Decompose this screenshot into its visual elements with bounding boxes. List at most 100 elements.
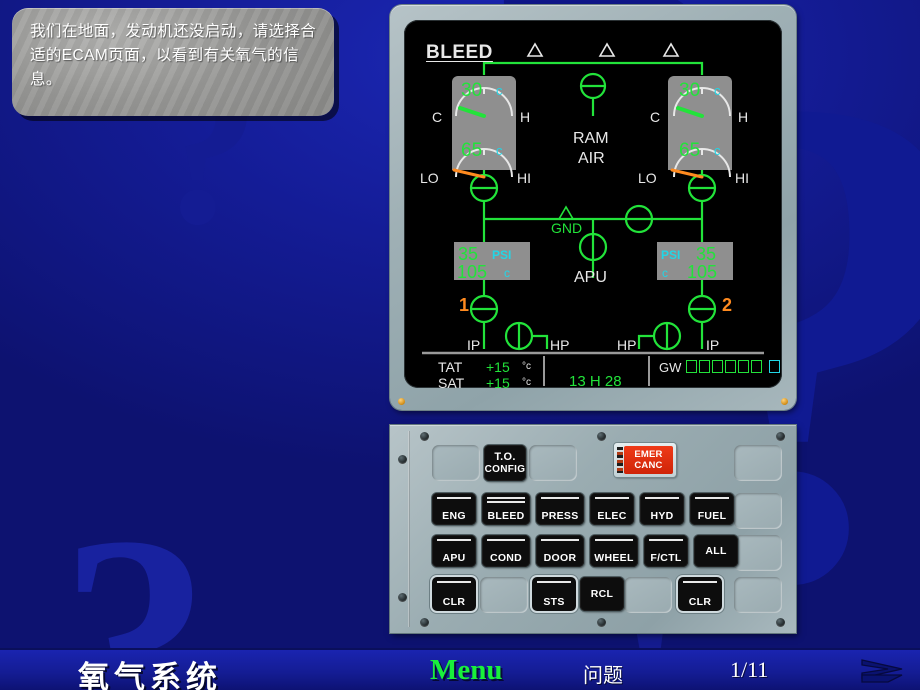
rcl-label: RCL [590,588,614,600]
ecam-page-button-fuel[interactable]: FUEL [690,493,734,525]
ecam-page-label: F/CTL [650,552,682,564]
left-pack-bypass-temp: 65 [461,140,483,161]
panel-screw-icon [597,432,606,441]
question-button[interactable]: 问题 [583,659,623,688]
left-pack-scale-hi: HI [517,170,531,186]
ecam-page-button-hyd[interactable]: HYD [640,493,684,525]
instruction-text: 我们在地面，发动机还没启动，请选择合适的ECAM页面，以看到有关氧气的信息。 [30,23,317,88]
blank-slot [734,445,782,481]
button-indicator-bar [645,497,679,499]
blank-slot [734,493,782,529]
button-indicator-bar [437,539,471,541]
button-indicator-bar [437,581,471,583]
right-ip-label: IP [706,337,720,353]
ecam-page-title: BLEED [426,42,493,63]
rcl-button[interactable]: RCL [580,577,624,611]
right-pack-scale-hi: HI [735,170,749,186]
panel-screw-icon [420,618,429,627]
next-arrow-icon[interactable] [858,658,910,690]
sat-label: SAT [438,375,465,388]
sts-label: STS [543,596,565,608]
emer-canc-switch[interactable]: EMER CANC [614,443,676,477]
to-config-label-line1: T.O. [494,451,516,463]
ecam-page-button-wheel[interactable]: WHEEL [590,535,638,567]
gw-digit-box [712,360,723,373]
gw-digit-box [686,360,697,373]
button-indicator-bar [487,497,525,499]
ecam-control-panel: T.O. CONFIG EMER CANC ENG BLEED PRESS EL… [390,425,796,633]
button-indicator-bar [537,581,571,583]
ecam-page-button-apu[interactable]: APU [432,535,476,567]
right-pack-scale-lo: LO [638,170,657,186]
ecam-page-label: ENG [442,510,466,522]
bleed-schematic [422,42,764,386]
sts-button[interactable]: STS [532,577,576,611]
ecam-page-button-cond[interactable]: COND [482,535,530,567]
sat-value: +15 [486,375,510,388]
right-pack-bypass-temp: 65 [679,140,701,161]
right-pack-scale-hot: H [738,109,749,125]
ecam-page-label: COND [489,552,523,564]
left-pack-scale-lo: LO [420,170,439,186]
blank-slot [734,535,782,571]
slide-root: ? ? ? ? ? 我们在地面，发动机还没启动，请选择合适的ECAM页面，以看到… [0,0,920,690]
ecam-page-label: ALL [705,545,727,557]
ram-air-label-line1: RAM [573,130,609,147]
slide-footer-title: 氧气系统 [78,652,222,690]
to-config-label-line2: CONFIG [484,464,526,475]
ecam-page-label: BLEED [487,510,525,522]
ecam-page-button-bleed[interactable]: BLEED [482,493,530,525]
gw-digit-box [751,360,762,373]
panel-screw-icon [597,618,606,627]
right-pack-outlet-temp: 30 [679,80,701,101]
blank-slot [432,445,480,481]
engine-1-number: 1 [459,295,470,315]
menu-button[interactable]: Menu [430,654,503,687]
left-pack-scale-hot: H [520,109,531,125]
emer-canc-label-line2: CANC [634,460,663,471]
panel-screw-icon [776,618,785,627]
button-indicator-bar [649,539,683,541]
tat-value: +15 [486,359,510,375]
tat-unit: °c [522,361,531,372]
gw-digit-box [725,360,736,373]
blank-slot [734,577,782,613]
clr-button-right[interactable]: CLR [678,577,722,611]
emer-canc-guard-icon [617,447,623,473]
panel-screw-icon [776,432,785,441]
emer-canc-face[interactable]: EMER CANC [624,446,673,474]
gw-digit-box [738,360,749,373]
left-pack-scale-cold: C [432,109,443,125]
ecam-page-label: DOOR [543,552,577,564]
left-bleed-temp-unit: c [504,266,510,280]
button-indicator-bar [541,497,579,499]
to-config-button[interactable]: T.O. CONFIG [484,445,526,481]
ecam-page-label: APU [442,552,466,564]
ecam-page-label: WHEEL [594,552,634,564]
clr-button-left[interactable]: CLR [432,577,476,611]
ecam-page-button-elec[interactable]: ELEC [590,493,634,525]
ecam-page-label: ELEC [597,510,627,522]
blank-slot [529,445,577,481]
right-pack-bypass-unit: c [714,143,721,158]
button-indicator-bar [683,581,717,583]
clr-label: CLR [442,596,466,608]
ecam-page-button-press[interactable]: PRESS [536,493,584,525]
ecam-page-button-door[interactable]: DOOR [536,535,584,567]
right-bleed-temp-unit: c [662,266,668,280]
ecam-page-button-fctl[interactable]: F/CTL [644,535,688,567]
right-bleed-pressure-unit: PSI [661,248,681,262]
left-hp-label: HP [550,337,570,353]
ecam-page-button-all[interactable]: ALL [694,535,738,567]
gw-label: GW [659,360,682,375]
clr-label: CLR [688,596,712,608]
engine-2-number: 2 [722,295,733,315]
page-indicator: 1/11 [730,657,769,682]
ecam-page-button-eng[interactable]: ENG [432,493,476,525]
left-pack-outlet-temp: 30 [461,80,483,101]
left-bleed-temp: 105 [457,262,488,282]
button-indicator-bar [541,539,579,541]
right-pack-outlet-unit: c [714,83,721,98]
right-bleed-temp: 105 [687,262,718,282]
slide-footer: 氧气系统 Menu 问题 1/11 [0,648,920,690]
